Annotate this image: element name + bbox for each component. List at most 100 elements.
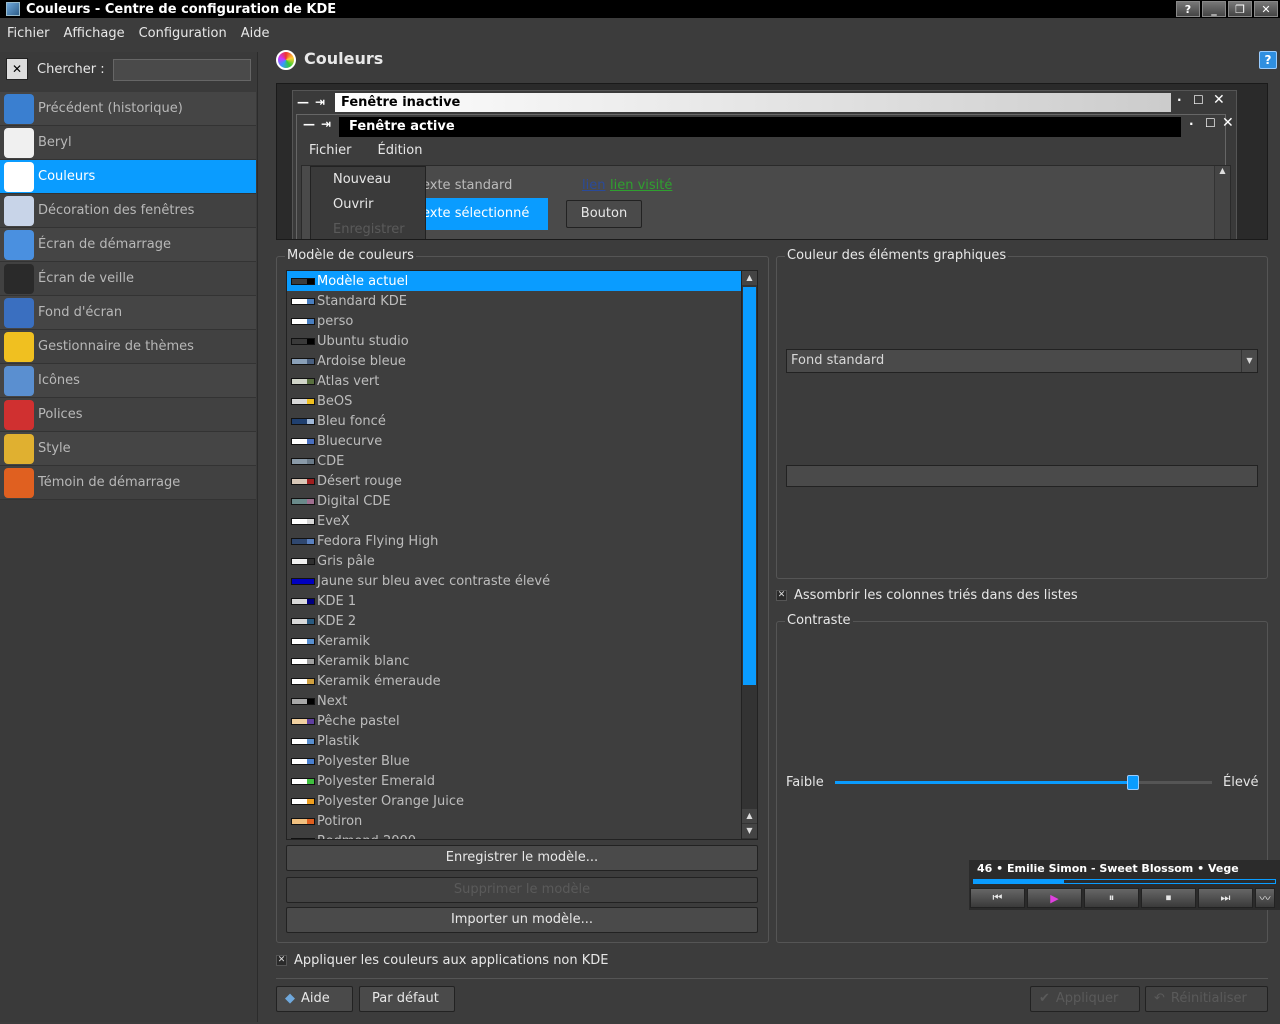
sidebar-item[interactable]: Polices: [0, 398, 256, 432]
scheme-list-item[interactable]: Pêche pastel: [287, 711, 757, 731]
scheme-list-item[interactable]: Ubuntu studio: [287, 331, 757, 351]
scrollbar-thumb[interactable]: [743, 287, 756, 685]
sidebar-item[interactable]: Style: [0, 432, 256, 466]
next-track-icon[interactable]: ⏭: [1198, 888, 1253, 908]
whats-this-icon[interactable]: ?: [1259, 51, 1277, 69]
scheme-list-item[interactable]: Gris pâle: [287, 551, 757, 571]
color-button[interactable]: [786, 465, 1258, 487]
scheme-list-item[interactable]: KDE 2: [287, 611, 757, 631]
pause-icon[interactable]: ⏸: [1084, 888, 1139, 908]
preview-standard-text: exte standard: [422, 178, 513, 193]
sidebar-item[interactable]: Écran de démarrage: [0, 228, 256, 262]
contrast-slider-handle[interactable]: [1126, 775, 1139, 790]
scheme-list-item[interactable]: Standard KDE: [287, 291, 757, 311]
sidebar-item[interactable]: Témoin de démarrage: [0, 466, 256, 500]
scheme-name: Atlas vert: [317, 373, 380, 389]
scheme-list-item[interactable]: Potiron: [287, 811, 757, 831]
reset-button[interactable]: ↶ Réinitialiser: [1145, 986, 1268, 1012]
scheme-list-item[interactable]: Fedora Flying High: [287, 531, 757, 551]
import-scheme-button[interactable]: Importer un modèle...: [286, 907, 758, 933]
color-scheme-list[interactable]: Modèle actuel Standard KDE perso Ubuntu stu…: [286, 270, 758, 840]
widget-color-select[interactable]: Fond standard ▼: [786, 349, 1258, 373]
scheme-list-item[interactable]: Plastik: [287, 731, 757, 751]
scheme-list-item[interactable]: Modèle actuel: [287, 271, 757, 291]
splash-screen-icon: [4, 229, 34, 260]
sidebar-item[interactable]: Icônes: [0, 364, 256, 398]
scroll-down-icon[interactable]: ▼: [742, 824, 757, 838]
contrast-slider-track[interactable]: [835, 781, 1212, 784]
scheme-list-item[interactable]: KDE 1: [287, 591, 757, 611]
menu-configuration[interactable]: Configuration: [139, 26, 227, 41]
scheme-list-item[interactable]: Désert rouge: [287, 471, 757, 491]
apply-non-kde-checkbox[interactable]: ✕: [276, 955, 287, 966]
volume-icon[interactable]: 〰: [1255, 888, 1275, 908]
scheme-list-item[interactable]: Polyester Orange Juice: [287, 791, 757, 811]
delete-scheme-button[interactable]: Supprimer le modèle: [286, 877, 758, 903]
scheme-list-item[interactable]: Keramik blanc: [287, 651, 757, 671]
scheme-list-item[interactable]: Keramik: [287, 631, 757, 651]
scheme-swatch-icon: [291, 717, 315, 725]
clear-search-icon[interactable]: ✕: [6, 58, 28, 80]
preview-link: lien: [582, 178, 606, 193]
scheme-name: Bluecurve: [317, 433, 383, 449]
scheme-list-scrollbar[interactable]: ▲ ▲ ▼: [741, 271, 757, 839]
scheme-list-item[interactable]: Atlas vert: [287, 371, 757, 391]
sidebar-item[interactable]: Écran de veille: [0, 262, 256, 296]
scheme-list-item[interactable]: Next: [287, 691, 757, 711]
sidebar-item[interactable]: Fond d'écran: [0, 296, 256, 330]
menu-affichage[interactable]: Affichage: [64, 26, 125, 41]
defaults-button[interactable]: Par défaut: [359, 986, 455, 1012]
color-preview[interactable]: — ⇥ Fenêtre inactive · ☐ ✕ — ⇥ Fenêtre a…: [276, 83, 1268, 240]
sidebar-item[interactable]: Précédent (historique): [0, 92, 256, 126]
scheme-swatch-icon: [291, 457, 315, 465]
scroll-up-icon[interactable]: ▲: [742, 809, 757, 823]
scheme-list-item[interactable]: Ardoise bleue: [287, 351, 757, 371]
color-scheme-label: Modèle de couleurs: [285, 248, 416, 263]
preview-menu-fichier: Fichier: [309, 143, 352, 158]
maximize-button[interactable]: ❐: [1228, 1, 1252, 17]
scheme-list-item[interactable]: perso: [287, 311, 757, 331]
scheme-list-item[interactable]: Polyester Emerald: [287, 771, 757, 791]
menu-fichier[interactable]: Fichier: [7, 26, 50, 41]
sidebar-item[interactable]: Décoration des fenêtres: [0, 194, 256, 228]
dot-icon: ·: [1189, 117, 1194, 131]
scheme-list-item[interactable]: Jaune sur bleu avec contraste élevé: [287, 571, 757, 591]
help-footer-button[interactable]: ◆ Aide: [276, 986, 353, 1012]
scheme-list-item[interactable]: Digital CDE: [287, 491, 757, 511]
scheme-swatch-icon: [291, 557, 315, 565]
scheme-name: Gris pâle: [317, 553, 375, 569]
stop-icon[interactable]: ⏹: [1141, 888, 1196, 908]
scroll-up-icon[interactable]: ▲: [742, 271, 757, 285]
close-button[interactable]: ✕: [1254, 1, 1278, 17]
shade-sorted-row[interactable]: ✕ Assombrir les colonnes triés dans des …: [776, 588, 1078, 603]
help-button[interactable]: ?: [1176, 1, 1200, 17]
scheme-list-item[interactable]: EveX: [287, 511, 757, 531]
scheme-list-item[interactable]: Bleu foncé: [287, 411, 757, 431]
save-scheme-button[interactable]: Enregistrer le modèle...: [286, 845, 758, 871]
playback-progress[interactable]: [973, 879, 1276, 884]
shade-sorted-checkbox[interactable]: ✕: [776, 590, 787, 601]
scheme-swatch-icon: [291, 277, 315, 285]
search-input[interactable]: [113, 59, 251, 81]
sidebar-item[interactable]: Couleurs: [0, 160, 256, 194]
scheme-list-item[interactable]: Polyester Blue: [287, 751, 757, 771]
scheme-list-item[interactable]: Bluecurve: [287, 431, 757, 451]
sidebar-item[interactable]: Beryl: [0, 126, 256, 160]
minimize-button[interactable]: _: [1202, 1, 1226, 17]
previous-track-icon[interactable]: ⏮: [970, 888, 1025, 908]
active-window-title: Fenêtre active: [339, 117, 1181, 137]
scheme-name: Modèle actuel: [317, 273, 409, 289]
scheme-list-item[interactable]: BeOS: [287, 391, 757, 411]
play-icon[interactable]: ▶: [1027, 888, 1082, 908]
sidebar-item[interactable]: Gestionnaire de thèmes: [0, 330, 256, 364]
sidebar-item-label: Couleurs: [38, 169, 96, 184]
kcontrol-app-icon[interactable]: [6, 2, 20, 16]
apply-button[interactable]: ✔ Appliquer: [1030, 986, 1140, 1012]
scheme-list-item[interactable]: Keramik émeraude: [287, 671, 757, 691]
scheme-list-item[interactable]: Redmond 2000: [287, 831, 757, 839]
defaults-label: Par défaut: [372, 991, 439, 1006]
scheme-list-item[interactable]: CDE: [287, 451, 757, 471]
menu-aide[interactable]: Aide: [241, 26, 270, 41]
apply-non-kde-row[interactable]: ✕ Appliquer les couleurs aux application…: [276, 953, 609, 968]
style-icon: [4, 433, 34, 464]
